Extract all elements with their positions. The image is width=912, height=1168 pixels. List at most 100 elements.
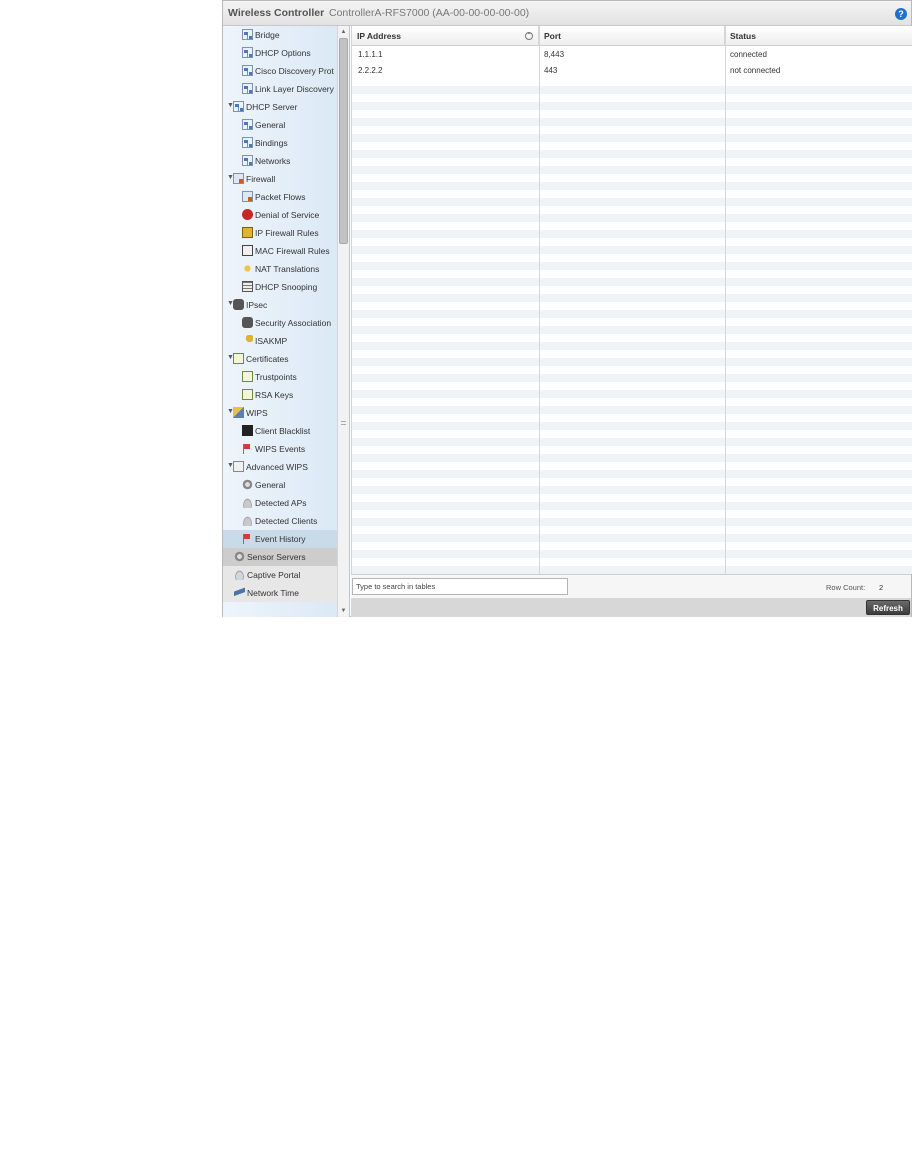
sidebar-item-mac-firewall-rules[interactable]: MAC Firewall Rules	[223, 242, 337, 260]
network-icon	[242, 119, 253, 130]
sidebar-item-general[interactable]: General	[223, 476, 337, 494]
sidebar-item-ipsec[interactable]: ▼ IPsec	[223, 296, 337, 314]
sidebar-item-firewall[interactable]: ▼ Firewall	[223, 170, 337, 188]
sidebar-item-label: Security Association	[255, 318, 332, 328]
sidebar-item-label: MAC Firewall Rules	[255, 246, 330, 256]
sidebar-item-label: Network Time	[247, 588, 299, 598]
column-header-status[interactable]: Status	[725, 26, 912, 45]
sidebar-item-ip-firewall-rules[interactable]: IP Firewall Rules	[223, 224, 337, 242]
sensor-servers-panel: Wireless Controller ControllerA-RFS7000 …	[222, 0, 912, 617]
sidebar-item-sensor-servers[interactable]: Sensor Servers	[223, 548, 337, 566]
help-icon[interactable]: ?	[895, 8, 907, 20]
sidebar-item-rsa-keys[interactable]: RSA Keys	[223, 386, 337, 404]
sidebar-item-denial-of-service[interactable]: Denial of Service	[223, 206, 337, 224]
flag-icon	[242, 533, 253, 544]
scrollbar-thumb[interactable]	[339, 38, 348, 244]
sidebar-item-label: WIPS	[246, 408, 268, 418]
cell-ip-address: 1.1.1.1	[358, 50, 383, 59]
sidebar-item-certificates[interactable]: ▼ Certificates	[223, 350, 337, 368]
ip-firewall-icon	[242, 227, 253, 238]
sidebar-item-label: IP Firewall Rules	[255, 228, 319, 238]
wips-icon	[233, 407, 244, 418]
sidebar-item-dhcp-snooping[interactable]: DHCP Snooping	[223, 278, 337, 296]
sidebar-item-advanced-wips[interactable]: ▼ Advanced WIPS	[223, 458, 337, 476]
sidebar-item-captive-portal[interactable]: Captive Portal	[223, 566, 337, 584]
action-bar: Refresh	[351, 598, 911, 617]
sidebar-item-label: Event History	[255, 534, 306, 544]
search-input[interactable]	[352, 578, 568, 595]
title-bar: Wireless Controller ControllerA-RFS7000 …	[223, 1, 911, 26]
table-row[interactable]: 1.1.1.1 8,443 connected	[352, 46, 912, 62]
sidebar-item-nat-translations[interactable]: NAT Translations	[223, 260, 337, 278]
refresh-button[interactable]: Refresh	[866, 600, 910, 615]
sidebar-item-wips[interactable]: ▼ WIPS	[223, 404, 337, 422]
sidebar-item-wips-events[interactable]: WIPS Events	[223, 440, 337, 458]
key-icon	[242, 335, 253, 346]
sidebar-item-networks[interactable]: Networks	[223, 152, 337, 170]
captive-portal-icon	[234, 569, 245, 580]
sidebar-item-packet-flows[interactable]: Packet Flows	[223, 188, 337, 206]
sidebar-item-label: DHCP Options	[255, 48, 311, 58]
sidebar-item-security-association[interactable]: Security Association	[223, 314, 337, 332]
sidebar-item-label: Sensor Servers	[247, 552, 306, 562]
mac-firewall-icon	[242, 245, 253, 256]
dhcp-snooping-icon	[242, 281, 253, 292]
network-icon	[242, 155, 253, 166]
column-header-ip-address[interactable]: IP Address	[352, 26, 539, 45]
sidebar-item-trustpoints[interactable]: Trustpoints	[223, 368, 337, 386]
sidebar-item-label: General	[255, 480, 286, 490]
sidebar-item-label: Link Layer Discovery	[255, 84, 334, 94]
column-header-port[interactable]: Port	[539, 26, 725, 45]
certificate-icon	[242, 389, 253, 400]
scroll-up-arrow-icon[interactable]: ▲	[338, 28, 349, 37]
sidebar-item-client-blacklist[interactable]: Client Blacklist	[223, 422, 337, 440]
sensor-servers-table: IP Address ⌃ Port Status 1.1.1.1 8,443 c…	[351, 26, 912, 574]
network-icon	[233, 101, 244, 112]
document-icon	[233, 461, 244, 472]
firewall-icon	[233, 173, 244, 184]
scroll-down-arrow-icon[interactable]: ▼	[338, 607, 349, 616]
network-icon	[242, 83, 253, 94]
sidebar-item-dhcp-options[interactable]: DHCP Options	[223, 44, 337, 62]
sidebar-item-bindings[interactable]: Bindings	[223, 134, 337, 152]
device-title: ControllerA-RFS7000 (AA-00-00-00-00-00)	[329, 7, 530, 19]
row-count-label: Row Count:	[826, 583, 866, 592]
sidebar-item-isakmp[interactable]: ISAKMP	[223, 332, 337, 350]
sidebar-item-network-time[interactable]: Network Time	[223, 584, 337, 602]
network-icon	[242, 65, 253, 76]
network-icon	[242, 29, 253, 40]
table-row[interactable]: 2.2.2.2 443 not connected	[352, 62, 912, 78]
cell-status: not connected	[730, 66, 781, 75]
sidebar-item-label: NAT Translations	[255, 264, 320, 274]
sidebar-item-general[interactable]: General	[223, 116, 337, 134]
sidebar-item-label: DHCP Server	[246, 102, 298, 112]
network-time-icon	[234, 587, 245, 598]
sidebar-item-cisco-discovery-prot[interactable]: Cisco Discovery Prot	[223, 62, 337, 80]
sidebar-item-label: IPsec	[246, 300, 268, 310]
navigation-tree: Bridge DHCP Options Cisco Discovery Prot Li…	[223, 26, 350, 617]
sidebar-item-event-history[interactable]: Event History	[223, 530, 337, 548]
sort-icon[interactable]: ⌃	[525, 32, 533, 40]
cell-port: 443	[544, 66, 558, 75]
sidebar-item-detected-clients[interactable]: Detected Clients	[223, 512, 337, 530]
sidebar-item-label: Bridge	[255, 30, 280, 40]
sidebar-item-dhcp-server[interactable]: ▼ DHCP Server	[223, 98, 337, 116]
firewall-icon	[242, 191, 253, 202]
sidebar-item-label: Cisco Discovery Prot	[255, 66, 334, 76]
sidebar-scrollbar[interactable]: ▲ ▼	[337, 26, 349, 617]
flag-icon	[242, 443, 253, 454]
sidebar-item-detected-aps[interactable]: Detected APs	[223, 494, 337, 512]
access-point-icon	[242, 515, 253, 526]
cell-port: 8,443	[544, 50, 565, 59]
sidebar-item-label: Captive Portal	[247, 570, 301, 580]
sidebar-item-link-layer-discovery[interactable]: Link Layer Discovery	[223, 80, 337, 98]
column-divider	[539, 26, 540, 574]
sidebar-item-label: Networks	[255, 156, 291, 166]
sidebar-item-label: Firewall	[246, 174, 276, 184]
table-header: IP Address ⌃ Port Status	[352, 26, 912, 46]
nat-icon	[242, 263, 253, 274]
sidebar-item-label: Detected Clients	[255, 516, 318, 526]
table-body: 1.1.1.1 8,443 connected 2.2.2.2 443 not …	[352, 46, 912, 574]
sidebar-item-bridge[interactable]: Bridge	[223, 26, 337, 44]
sidebar-item-label: Bindings	[255, 138, 288, 148]
